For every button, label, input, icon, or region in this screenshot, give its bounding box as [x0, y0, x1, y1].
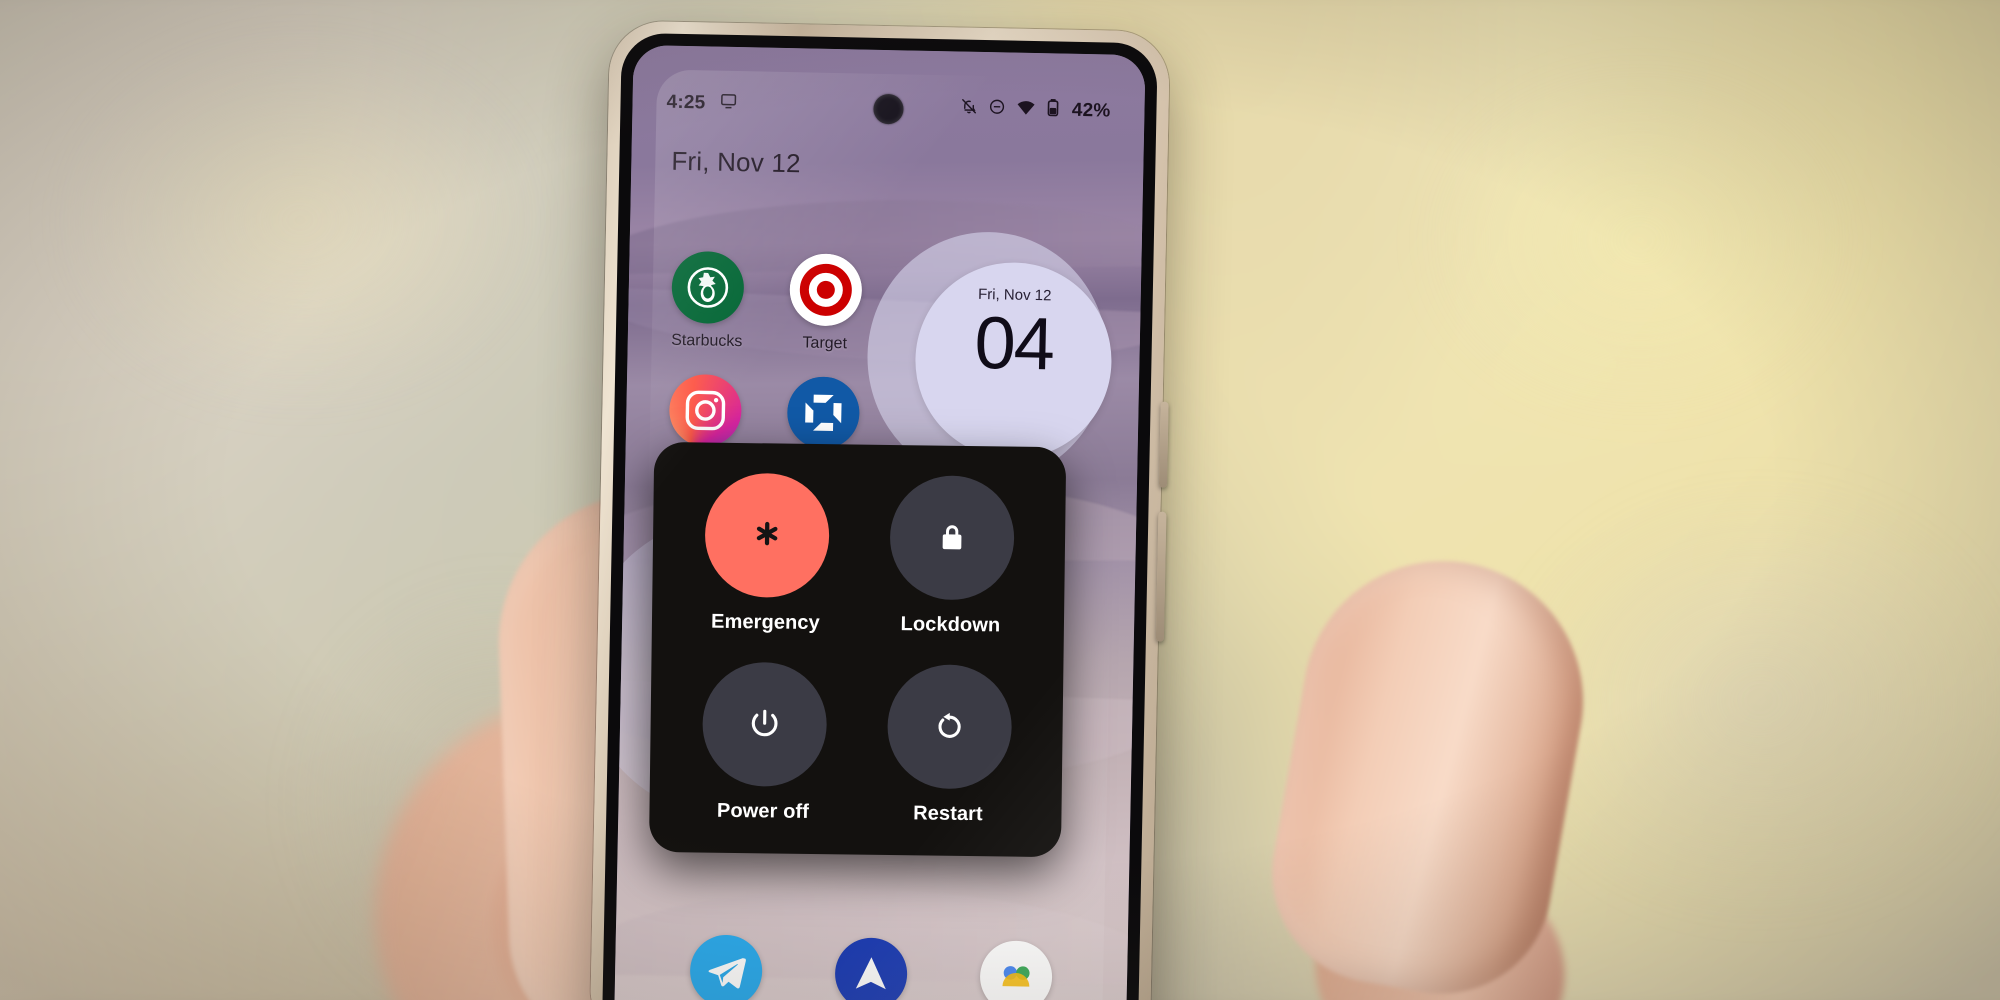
photo-scene: 4:25: [0, 0, 2000, 1000]
photo-vignette: [0, 0, 2000, 1000]
